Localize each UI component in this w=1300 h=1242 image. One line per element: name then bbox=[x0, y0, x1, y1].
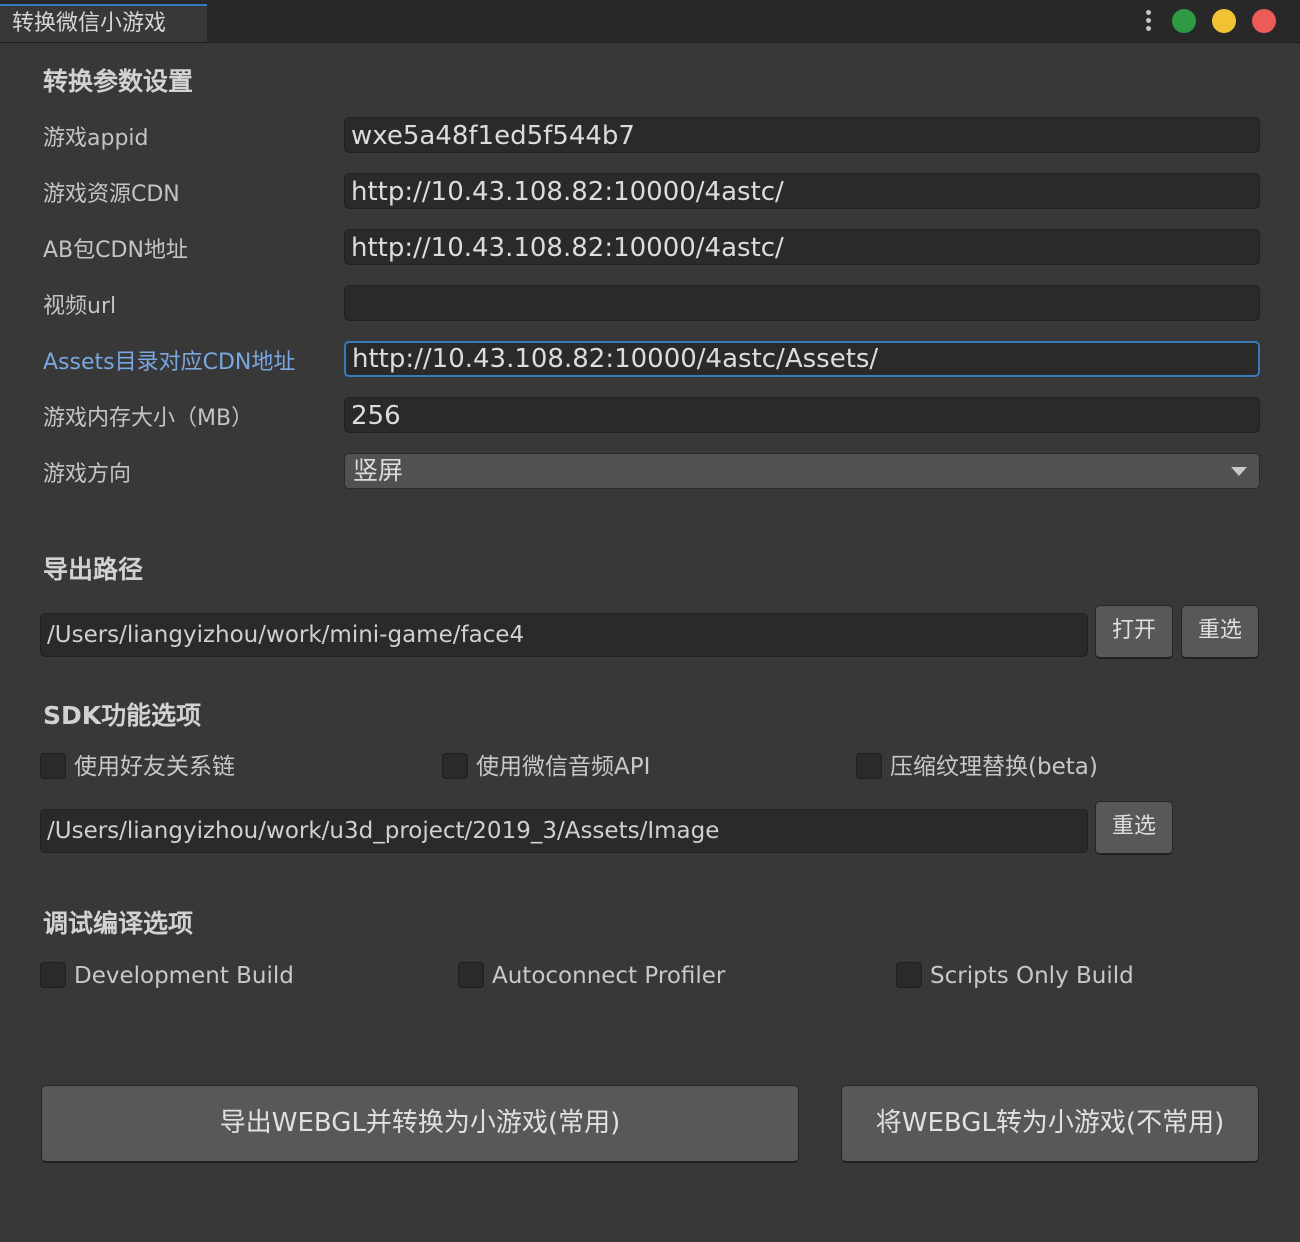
close-button[interactable] bbox=[1252, 9, 1276, 33]
texture-compress-checkbox[interactable]: 压缩纹理替换(beta) bbox=[856, 752, 1098, 781]
video-url-input[interactable] bbox=[344, 285, 1260, 321]
appid-input[interactable]: wxe5a48f1ed5f544b7 bbox=[344, 117, 1260, 153]
autoconnect-profiler-label: Autoconnect Profiler bbox=[492, 963, 726, 989]
wechat-audio-label: 使用微信音频API bbox=[476, 754, 651, 780]
checkbox-box[interactable] bbox=[896, 961, 922, 988]
memory-size-input[interactable]: 256 bbox=[344, 397, 1260, 433]
maximize-button[interactable] bbox=[1172, 9, 1196, 33]
checkbox-box[interactable] bbox=[40, 752, 66, 779]
video-url-label: 视频url bbox=[43, 294, 117, 319]
ab-cdn-label: AB包CDN地址 bbox=[43, 238, 188, 263]
export-section-title: 导出路径 bbox=[43, 555, 144, 584]
autoconnect-profiler-checkbox[interactable]: Autoconnect Profiler bbox=[458, 961, 726, 990]
game-cdn-label: 游戏资源CDN bbox=[43, 182, 180, 207]
appid-label: 游戏appid bbox=[43, 126, 149, 151]
checkbox-box[interactable] bbox=[40, 961, 66, 988]
open-button[interactable]: 打开 bbox=[1095, 605, 1173, 659]
checkbox-box[interactable] bbox=[856, 752, 882, 779]
texture-path-input[interactable]: /Users/liangyizhou/work/u3d_project/2019… bbox=[40, 809, 1088, 853]
minimize-button[interactable] bbox=[1212, 9, 1236, 33]
orientation-label: 游戏方向 bbox=[43, 462, 132, 487]
reselect-texture-button[interactable]: 重选 bbox=[1095, 801, 1173, 855]
assets-cdn-label: Assets目录对应CDN地址 bbox=[43, 350, 296, 375]
debug-section-title: 调试编译选项 bbox=[43, 909, 194, 938]
checkbox-box[interactable] bbox=[458, 961, 484, 988]
params-section-title: 转换参数设置 bbox=[43, 67, 194, 96]
reselect-export-button[interactable]: 重选 bbox=[1181, 605, 1259, 659]
development-build-checkbox[interactable]: Development Build bbox=[40, 961, 294, 990]
assets-cdn-input[interactable]: http://10.43.108.82:10000/4astc/Assets/ bbox=[344, 341, 1260, 377]
export-and-convert-button[interactable]: 导出WEBGL并转换为小游戏(常用) bbox=[41, 1085, 799, 1163]
ab-cdn-input[interactable]: http://10.43.108.82:10000/4astc/ bbox=[344, 229, 1260, 265]
scripts-only-build-label: Scripts Only Build bbox=[930, 963, 1134, 989]
title-bar: 转换微信小游戏 bbox=[0, 0, 1300, 43]
wechat-audio-checkbox[interactable]: 使用微信音频API bbox=[442, 752, 651, 781]
orientation-dropdown[interactable]: 竖屏 bbox=[344, 453, 1260, 489]
window-tab[interactable]: 转换微信小游戏 bbox=[0, 4, 207, 42]
friend-chain-checkbox[interactable]: 使用好友关系链 bbox=[40, 752, 235, 781]
chevron-down-icon bbox=[1231, 467, 1247, 476]
convert-webgl-button[interactable]: 将WEBGL转为小游戏(不常用) bbox=[841, 1085, 1259, 1163]
development-build-label: Development Build bbox=[74, 963, 294, 989]
sdk-section-title: SDK功能选项 bbox=[43, 701, 202, 730]
friend-chain-label: 使用好友关系链 bbox=[74, 754, 235, 780]
game-cdn-input[interactable]: http://10.43.108.82:10000/4astc/ bbox=[344, 173, 1260, 209]
texture-compress-label: 压缩纹理替换(beta) bbox=[890, 754, 1098, 780]
scripts-only-build-checkbox[interactable]: Scripts Only Build bbox=[896, 961, 1134, 990]
memory-size-label: 游戏内存大小（MB） bbox=[43, 406, 254, 431]
orientation-value: 竖屏 bbox=[353, 456, 404, 485]
checkbox-box[interactable] bbox=[442, 752, 468, 779]
more-options-icon[interactable] bbox=[1140, 10, 1156, 32]
export-path-input[interactable]: /Users/liangyizhou/work/mini-game/face4 bbox=[40, 613, 1088, 657]
